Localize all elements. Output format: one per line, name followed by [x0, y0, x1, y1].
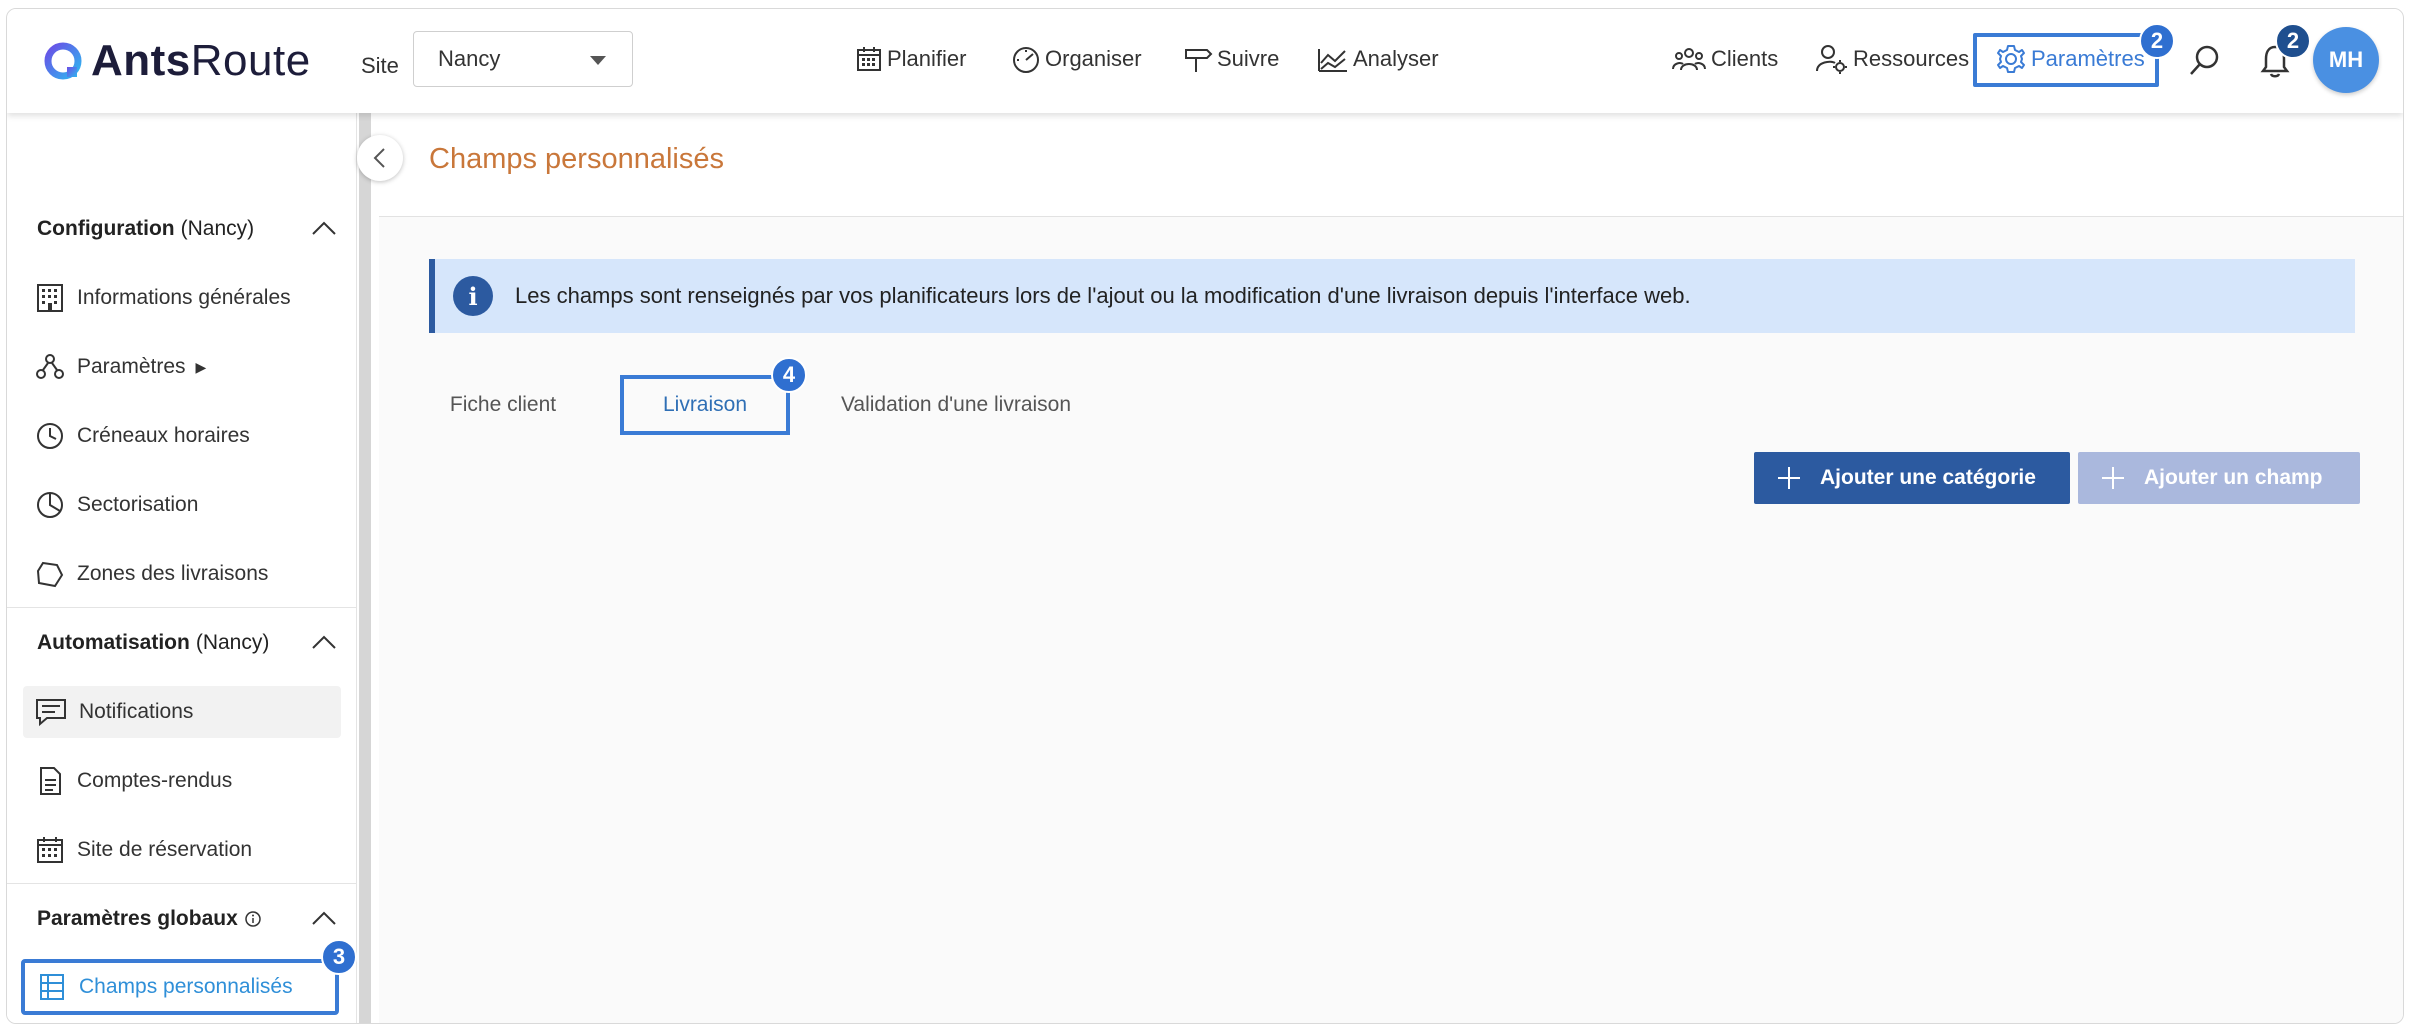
add-category-label: Ajouter une catégorie [1820, 466, 2036, 489]
user-gear-icon [1816, 45, 1847, 74]
step-badge: 2 [2139, 23, 2175, 59]
tab-fiche-client[interactable]: Fiche client [429, 375, 577, 435]
sidebar-item-label: Notifications [79, 700, 194, 723]
sidebar-item-label: Créneaux horaires [77, 424, 250, 447]
calendar-icon [37, 837, 63, 863]
site-select-value: Nancy [438, 46, 501, 71]
collapse-sidebar-button[interactable] [357, 135, 403, 181]
section-automatisation-site: (Nancy) [195, 631, 270, 654]
section-parametres-globaux[interactable]: Paramètres globaux [37, 899, 337, 939]
tab-label: Validation d'une livraison [840, 393, 1072, 416]
tab-label: Fiche client [449, 393, 557, 416]
sidebar-item-label: Paramètres [77, 355, 186, 378]
calendar-icon [857, 47, 881, 71]
site-label: Site [361, 53, 399, 78]
sidebar-item-reservation[interactable]: Site de réservation [23, 824, 341, 876]
chevron-up-icon [312, 911, 336, 925]
message-icon [36, 699, 66, 727]
app-window: AntsRoute Site Nancy Planifier Organiser… [6, 8, 2404, 1024]
nav-planifier[interactable]: Planifier [855, 39, 966, 79]
sidebar-item-sectorisation[interactable]: Sectorisation [23, 479, 341, 531]
sidebar-item-notifications[interactable]: Notifications [23, 686, 341, 738]
sidebar-scrollbar[interactable] [359, 113, 371, 1023]
document-icon [40, 767, 61, 795]
page-header: Champs personnalisés [379, 113, 2403, 217]
add-field-label: Ajouter un champ [2144, 466, 2323, 489]
info-text: Les champs sont renseignés par vos plani… [515, 283, 1691, 308]
info-icon [245, 911, 261, 927]
section-configuration-title: Configuration [37, 217, 175, 240]
nav-analyser[interactable]: Analyser [1317, 39, 1439, 79]
logo-icon [43, 41, 83, 81]
sidebar-item-label: Zones des livraisons [77, 562, 269, 585]
nav-ressources[interactable]: Ressources [1815, 39, 1969, 79]
sidebar-item-label: Champs personnalisés [79, 975, 293, 998]
search-icon[interactable] [2187, 43, 2223, 84]
section-configuration[interactable]: Configuration (Nancy) [37, 209, 337, 249]
add-field-button[interactable]: Ajouter un champ [2078, 452, 2360, 504]
sidebar-item-zones[interactable]: Zones des livraisons [23, 548, 341, 600]
people-icon [1672, 48, 1706, 71]
top-bar: AntsRoute Site Nancy Planifier Organiser… [7, 9, 2403, 113]
sidebar-item-label: Site de réservation [77, 838, 253, 861]
step-badge: 3 [321, 939, 357, 975]
polygon-icon [36, 561, 64, 588]
sidebar-item-parametres[interactable]: Paramètres ▶ [23, 341, 341, 393]
nav-analyser-label: Analyser [1353, 46, 1439, 71]
logo[interactable]: AntsRoute [43, 33, 311, 89]
nav-clients[interactable]: Clients [1671, 39, 1778, 79]
section-configuration-site: (Nancy) [180, 217, 255, 240]
add-category-button[interactable]: Ajouter une catégorie [1754, 452, 2070, 504]
nav-clients-label: Clients [1711, 46, 1779, 71]
chevron-left-icon [373, 148, 385, 168]
site-select[interactable]: Nancy [413, 31, 633, 87]
gauge-icon [1013, 47, 1039, 73]
sidebar-item-label: Comptes-rendus [77, 769, 233, 792]
sidebar-item-champs-personnalises[interactable]: Champs personnalisés [21, 959, 339, 1015]
clock-icon [37, 423, 63, 449]
signpost-icon [1185, 49, 1213, 72]
chart-icon [1318, 49, 1347, 72]
logo-suffix: Route [190, 36, 311, 85]
page-title: Champs personnalisés [429, 143, 724, 175]
parametres-highlight [1973, 33, 2159, 87]
avatar[interactable]: MH [2313, 27, 2379, 93]
sidebar: Configuration (Nancy) Informations génér… [7, 113, 357, 1023]
chevron-up-icon [312, 635, 336, 649]
logo-prefix: Ants [91, 36, 191, 85]
plus-icon [1778, 467, 1800, 489]
notification-count-badge: 2 [2275, 23, 2311, 59]
sidebar-item-informations[interactable]: Informations générales [23, 272, 341, 324]
tab-livraison[interactable]: Livraison [620, 375, 790, 435]
sidebar-item-label: Sectorisation [77, 493, 199, 516]
chevron-up-icon [312, 221, 336, 235]
nav-suivre-label: Suivre [1217, 46, 1280, 71]
info-icon: i [453, 276, 493, 316]
pie-icon [37, 492, 63, 518]
nav-organiser-label: Organiser [1045, 46, 1142, 71]
sidebar-item-comptes-rendus[interactable]: Comptes-rendus [23, 755, 341, 807]
step-badge: 4 [771, 357, 807, 393]
section-global-title: Paramètres globaux [37, 907, 238, 930]
triangle-right-icon: ▶ [195, 358, 207, 375]
plus-icon [2102, 467, 2124, 489]
tab-validation[interactable]: Validation d'une livraison [826, 375, 1086, 435]
info-banner: i Les champs sont renseignés par vos pla… [429, 259, 2355, 333]
sidebar-item-label: Informations générales [77, 286, 291, 309]
nav-planifier-label: Planifier [887, 46, 967, 71]
nav-organiser[interactable]: Organiser [1011, 39, 1142, 79]
section-automatisation[interactable]: Automatisation (Nancy) [37, 623, 337, 663]
tab-label: Livraison [662, 393, 748, 416]
nodes-icon [36, 354, 64, 379]
divider [7, 883, 357, 884]
divider [7, 607, 357, 608]
nav-suivre[interactable]: Suivre [1183, 39, 1279, 79]
nav-ressources-label: Ressources [1853, 46, 1970, 71]
table-icon [40, 974, 64, 1000]
main-content: Champs personnalisés i Les champs sont r… [379, 113, 2403, 1023]
building-icon [37, 284, 63, 312]
sidebar-item-creneaux[interactable]: Créneaux horaires [23, 410, 341, 462]
caret-down-icon [590, 56, 606, 65]
section-automatisation-title: Automatisation [37, 631, 190, 654]
